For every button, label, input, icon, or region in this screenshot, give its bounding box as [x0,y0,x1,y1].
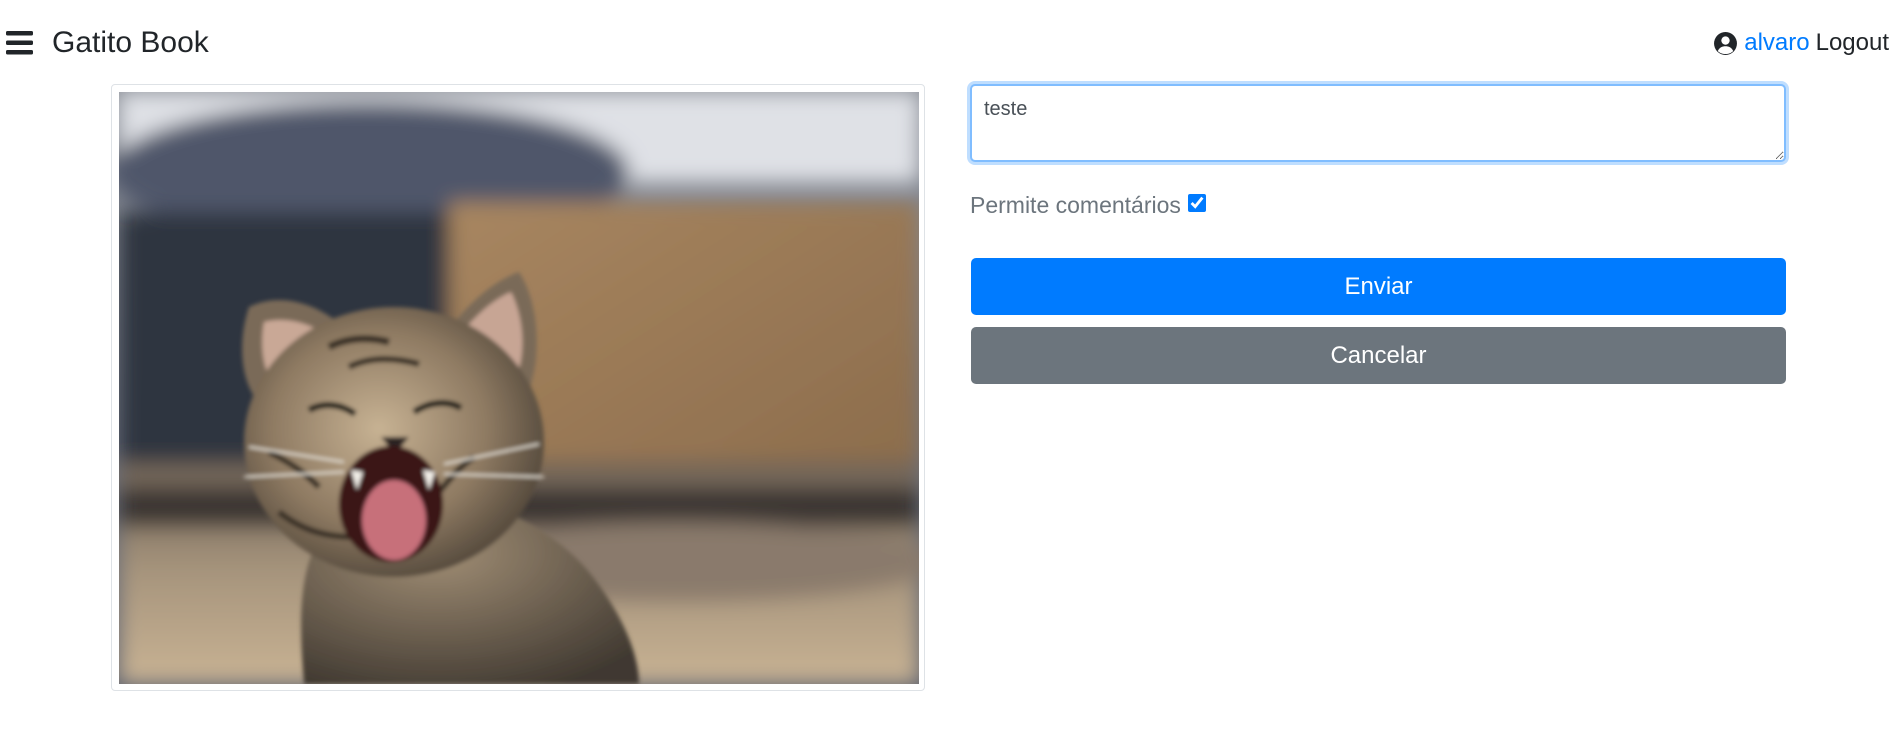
kitten-photo [119,92,919,684]
cancel-button[interactable]: Cancelar [971,327,1786,384]
brand-title[interactable]: Gatito Book [52,24,209,62]
submit-button[interactable]: Enviar [971,258,1786,315]
allow-comments-label[interactable]: Permite comentários [970,192,1181,219]
user-area: alvaro Logout [1713,24,1889,62]
user-profile-link[interactable]: alvaro [1744,29,1809,57]
bars-icon[interactable] [6,31,33,55]
photo-preview-card [111,84,925,691]
user-circle-icon [1713,31,1738,56]
description-textarea[interactable]: teste [970,84,1786,162]
logout-link[interactable]: Logout [1816,29,1889,57]
allow-comments-row: Permite comentários [970,190,1206,220]
navbar: Gatito Book alvaro Logout [0,0,1902,86]
allow-comments-checkbox[interactable] [1187,194,1206,212]
